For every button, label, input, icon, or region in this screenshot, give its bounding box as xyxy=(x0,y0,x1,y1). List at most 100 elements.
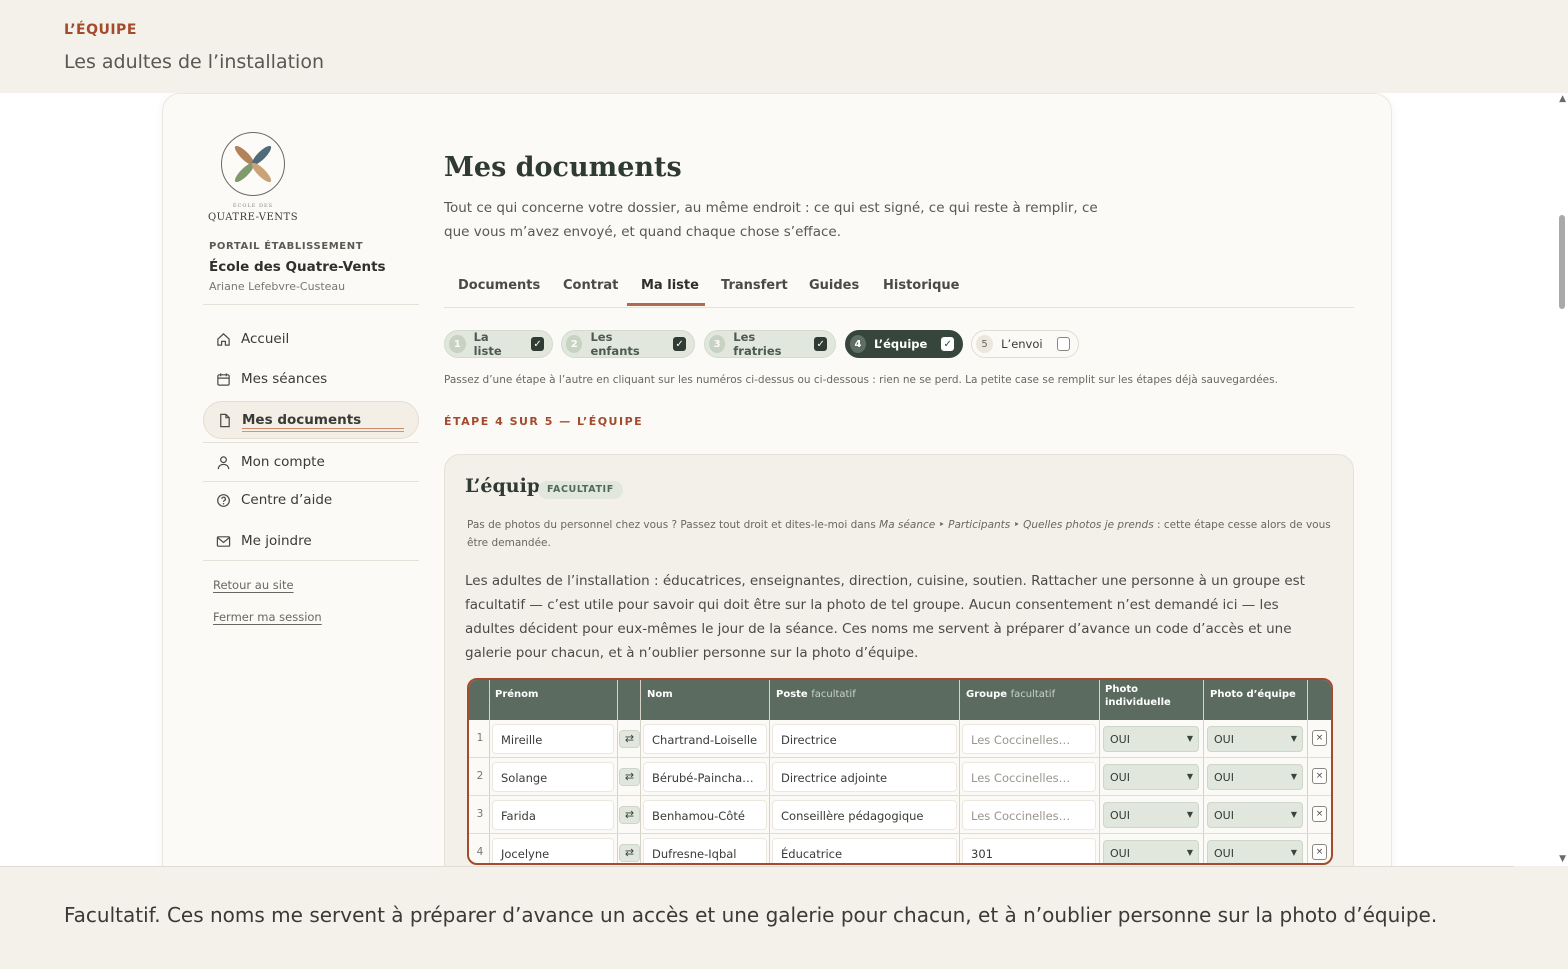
sidebar-item-centre-aide[interactable]: Centre d’aide xyxy=(203,481,419,519)
groupe-input[interactable]: Les Coccinelles… xyxy=(962,800,1096,830)
step-number: 5 xyxy=(976,335,994,353)
photo-individuelle-select[interactable]: OUI ▼ xyxy=(1103,802,1199,828)
swap-names-icon[interactable]: ⇄ xyxy=(619,806,640,824)
scrollbar[interactable]: ▲ ▼ xyxy=(1554,93,1568,866)
step-les-fratries[interactable]: 3 Les fratries ✓ xyxy=(704,330,836,358)
photo-equipe-select[interactable]: OUI ▼ xyxy=(1207,840,1303,863)
tab-ma-liste[interactable]: Ma liste xyxy=(641,278,699,293)
tab-historique[interactable]: Historique xyxy=(883,278,959,293)
photo-equipe-select[interactable]: OUI ▼ xyxy=(1207,726,1303,752)
active-underline xyxy=(242,428,404,432)
step-number: 1 xyxy=(449,335,466,353)
photo-equipe-select[interactable]: OUI ▼ xyxy=(1207,802,1303,828)
sidebar-item-label: Mes séances xyxy=(241,371,328,387)
photo-individuelle-select[interactable]: OUI ▼ xyxy=(1103,726,1199,752)
step-eyebrow: ÉTAPE 4 SUR 5 — L’ÉQUIPE xyxy=(444,415,644,428)
sidebar-item-label: Accueil xyxy=(241,331,290,347)
row-number: 1 xyxy=(476,732,484,744)
portal-card: ÉCOLE DES QUATRE-VENTS PORTAIL ÉTABLISSE… xyxy=(162,93,1392,866)
nom-input[interactable]: Chartrand-Loiselle xyxy=(643,724,767,754)
select-value: OUI xyxy=(1110,771,1130,784)
checkbox-checked-icon: ✓ xyxy=(941,337,954,351)
pinwheel-logo-icon xyxy=(234,145,272,183)
select-value: OUI xyxy=(1110,809,1130,822)
nom-input[interactable]: Dufresne-Iqbal xyxy=(643,838,767,863)
tab-transfert[interactable]: Transfert xyxy=(721,278,788,293)
table-row: 1 Mireille ⇄ Chartrand-Loiselle Directri… xyxy=(469,720,1331,758)
select-value: OUI xyxy=(1110,847,1130,860)
user-icon xyxy=(215,454,231,470)
caret-down-icon: ▼ xyxy=(1186,848,1193,857)
scroll-up-arrow-icon[interactable]: ▲ xyxy=(1559,94,1566,104)
photo-individuelle-select[interactable]: OUI ▼ xyxy=(1103,764,1199,790)
swap-names-icon[interactable]: ⇄ xyxy=(619,768,640,786)
note-path-participants: Participants xyxy=(948,519,1011,531)
user-name: Ariane Lefebvre-Custeau xyxy=(209,280,346,293)
caret-down-icon: ▼ xyxy=(1186,810,1193,819)
select-value: OUI xyxy=(1214,771,1234,784)
logout-link[interactable]: Fermer ma session xyxy=(213,610,322,624)
logo-small-text: ÉCOLE DES xyxy=(232,203,274,209)
step-les-enfants[interactable]: 2 Les enfants ✓ xyxy=(561,330,695,358)
step-number: 2 xyxy=(566,335,583,353)
prenom-input[interactable]: Jocelyne xyxy=(492,838,614,863)
tab-contrat[interactable]: Contrat xyxy=(563,278,618,293)
sidebar-item-mes-seances[interactable]: Mes séances xyxy=(203,360,419,398)
sidebar-item-mes-documents[interactable]: Mes documents xyxy=(203,401,419,439)
sidebar-item-me-joindre[interactable]: Me joindre xyxy=(203,522,419,560)
poste-input[interactable]: Directrice adjointe xyxy=(772,762,957,792)
panel-note: Pas de photos du personnel chez vous ? P… xyxy=(467,516,1337,552)
row-number: 4 xyxy=(476,846,484,858)
caret-down-icon: ▼ xyxy=(1290,848,1297,857)
prenom-input[interactable]: Farida xyxy=(492,800,614,830)
delete-row-icon[interactable]: × xyxy=(1312,730,1327,746)
groupe-input[interactable]: Les Coccinelles… xyxy=(962,762,1096,792)
back-to-site-link[interactable]: Retour au site xyxy=(213,578,294,592)
prenom-input[interactable]: Mireille xyxy=(492,724,614,754)
select-value: OUI xyxy=(1214,733,1234,746)
caption-footer: Facultatif. Ces noms me servent à prépar… xyxy=(0,866,1568,969)
delete-row-icon[interactable]: × xyxy=(1312,844,1327,860)
swap-names-icon[interactable]: ⇄ xyxy=(619,844,640,862)
photo-individuelle-select[interactable]: OUI ▼ xyxy=(1103,840,1199,863)
staff-table: Prénom Nom Poste facultatif Groupe facul… xyxy=(467,678,1333,865)
scrollbar-thumb[interactable] xyxy=(1559,215,1565,309)
sidebar-item-accueil[interactable]: Accueil xyxy=(203,320,419,358)
checkbox-checked-icon: ✓ xyxy=(673,337,686,351)
sidebar-item-label: Mes documents xyxy=(242,412,362,428)
step-la-liste[interactable]: 1 La liste ✓ xyxy=(444,330,553,358)
step-l-equipe[interactable]: 4 L’équipe ✓ xyxy=(845,330,963,358)
caret-down-icon: ▼ xyxy=(1186,772,1193,781)
prenom-input[interactable]: Solange xyxy=(492,762,614,792)
header-groupe: Groupe facultatif xyxy=(966,688,1055,701)
groupe-input[interactable]: 301 xyxy=(962,838,1096,863)
poste-input[interactable]: Directrice xyxy=(772,724,957,754)
home-icon xyxy=(215,331,231,347)
sidebar-item-label: Mon compte xyxy=(241,454,325,470)
groupe-input[interactable]: Les Coccinelles… xyxy=(962,724,1096,754)
poste-input[interactable]: Conseillère pédagogique xyxy=(772,800,957,830)
scroll-down-arrow-icon[interactable]: ▼ xyxy=(1559,854,1566,864)
swap-names-icon[interactable]: ⇄ xyxy=(619,730,640,748)
tab-documents[interactable]: Documents xyxy=(458,278,540,293)
row-number: 3 xyxy=(476,808,484,820)
sidebar-item-mon-compte[interactable]: Mon compte xyxy=(203,443,419,481)
caption-divider xyxy=(0,866,1514,867)
step-label: La liste xyxy=(473,330,502,358)
step-l-envoi[interactable]: 5 L’envoi xyxy=(971,330,1079,358)
steps-hint: Passez d’une étape à l’autre en cliquant… xyxy=(444,374,1278,386)
tab-guides[interactable]: Guides xyxy=(809,278,859,293)
school-logo[interactable] xyxy=(221,132,285,196)
sidebar-item-label: Centre d’aide xyxy=(241,492,333,508)
poste-input[interactable]: Éducatrice xyxy=(772,838,957,863)
nom-input[interactable]: Bérubé-Paincha… xyxy=(643,762,767,792)
checkbox-checked-icon: ✓ xyxy=(531,337,545,351)
optional-badge: FACULTATIF xyxy=(538,481,623,499)
document-icon xyxy=(216,412,232,428)
delete-row-icon[interactable]: × xyxy=(1312,806,1327,822)
caret-down-icon: ▼ xyxy=(1186,734,1193,743)
photo-equipe-select[interactable]: OUI ▼ xyxy=(1207,764,1303,790)
checkbox-empty-icon xyxy=(1056,337,1070,351)
delete-row-icon[interactable]: × xyxy=(1312,768,1327,784)
nom-input[interactable]: Benhamou-Côté xyxy=(643,800,767,830)
